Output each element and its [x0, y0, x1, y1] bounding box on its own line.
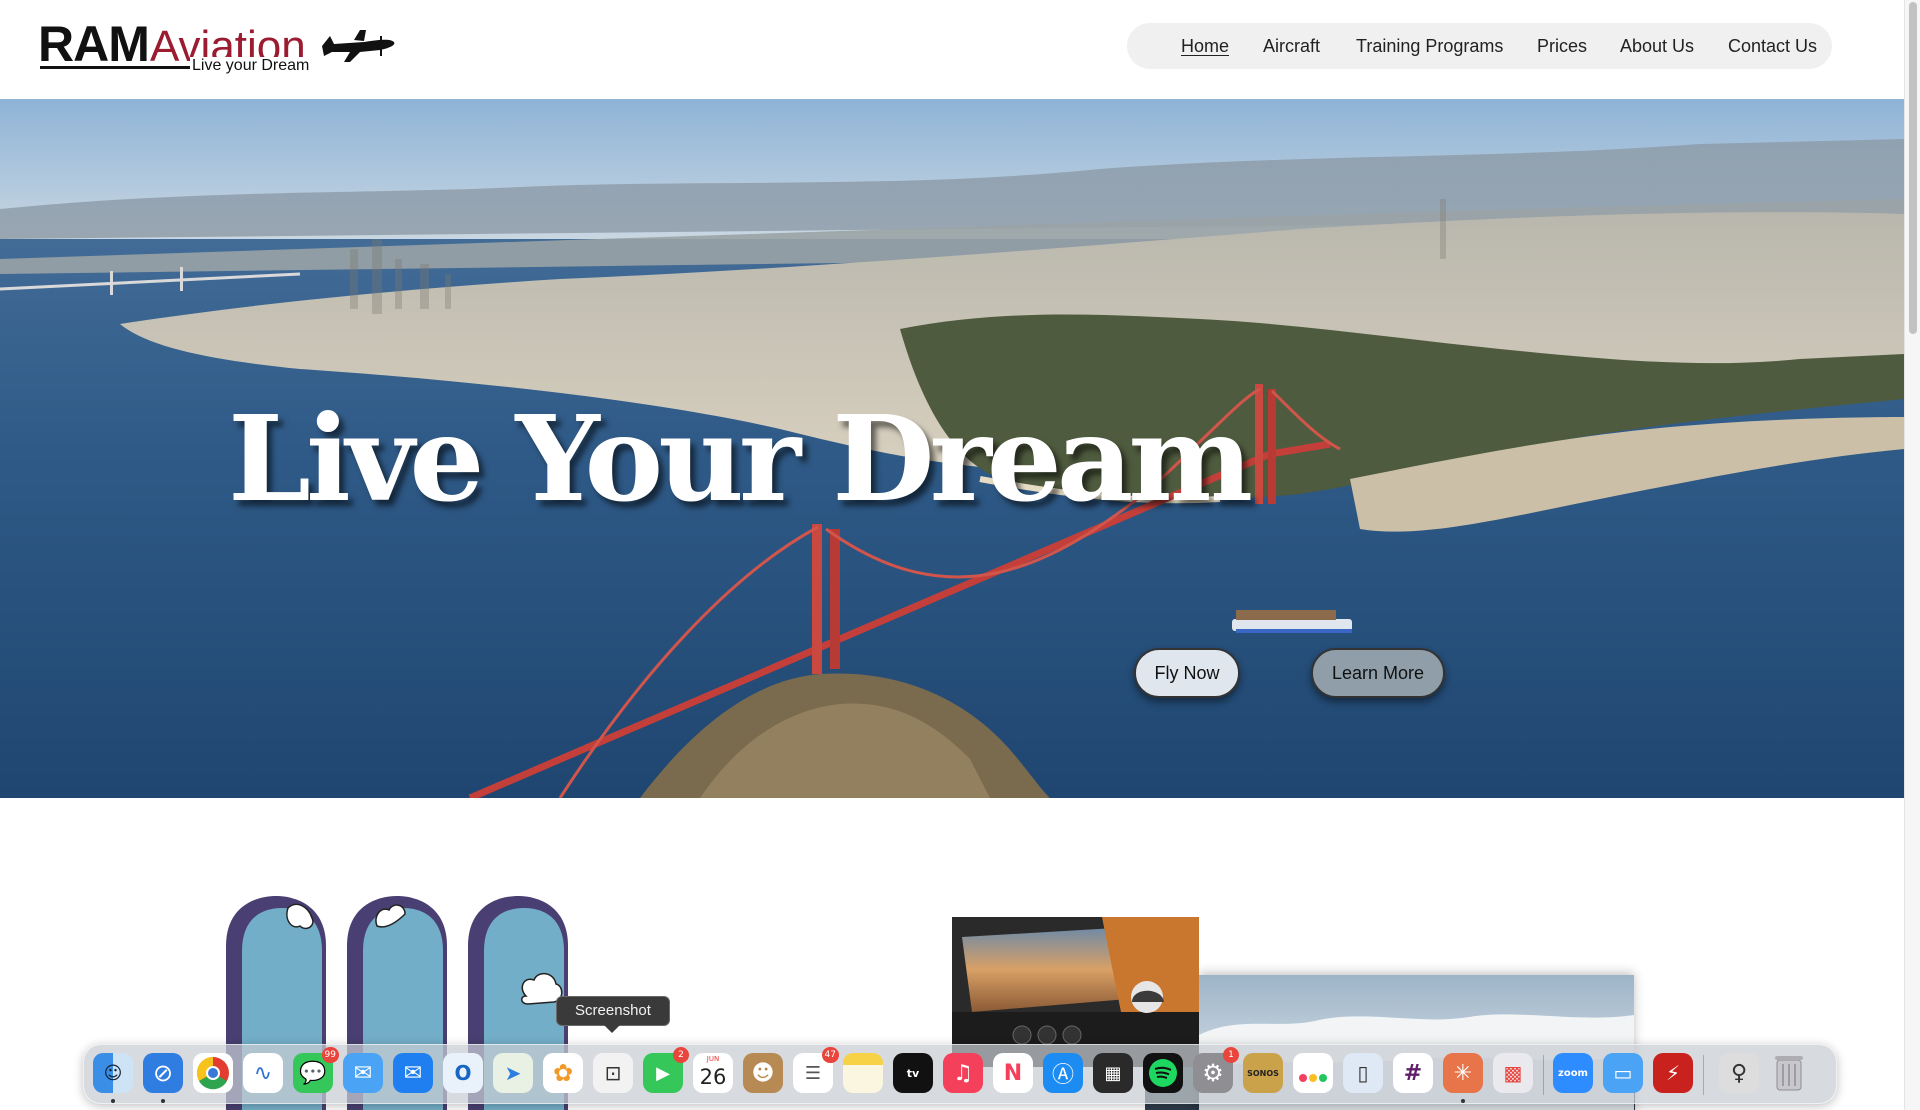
facetime-icon[interactable]: ▶ 2 [643, 1047, 689, 1093]
photos-icon[interactable]: ✿ [543, 1053, 583, 1093]
nav-about-us[interactable]: About Us [1620, 35, 1694, 57]
dock-separator-2 [1703, 1055, 1704, 1095]
safari-icon[interactable]: ⊘ [143, 1053, 183, 1103]
news-icon[interactable]: N [993, 1053, 1033, 1093]
hero-section: Live Your Dream Fly Now Learn More [0, 99, 1904, 798]
dock-tooltip: Screenshot [556, 996, 670, 1026]
system-settings-badge: 1 [1223, 1047, 1239, 1063]
calendar-day: 26 [699, 1065, 727, 1089]
finder-running-dot [111, 1099, 115, 1103]
iphone-mirroring-icon[interactable]: ▯ [1343, 1053, 1383, 1093]
main-nav: Home Aircraft Training Programs Prices A… [1127, 23, 1832, 69]
messages-icon[interactable]: 💬 99 [293, 1047, 339, 1093]
scrollbar-thumb[interactable] [1909, 2, 1917, 334]
contacts-icon[interactable]: ☻ [743, 1053, 783, 1093]
reminders-icon[interactable]: ☰ 47 [793, 1047, 839, 1093]
spotify-icon[interactable] [1143, 1053, 1183, 1093]
messages-badge: 99 [321, 1047, 339, 1063]
system-settings-icon[interactable]: ⚙ 1 [1193, 1047, 1239, 1093]
apple-tv-label: tv [906, 1066, 920, 1080]
nav-training-programs[interactable]: Training Programs [1356, 35, 1503, 57]
sonos-icon[interactable]: SONOS [1243, 1053, 1283, 1093]
zoom-label: zoom [1558, 1067, 1588, 1079]
notes-icon[interactable] [843, 1053, 883, 1093]
launchpad-icon[interactable]: ▩ [1493, 1053, 1533, 1093]
zoom-icon[interactable]: zoom [1553, 1053, 1593, 1093]
macos-dock: ☺ ⊘ ∿ 💬 99 ✉ ✉ O ➤ ✿ ⊡ ▶ 2 JUN 26 ☻ ☰ 47 tv … [83, 1044, 1837, 1104]
hero-title: Live Your Dream [228, 389, 1253, 528]
facetime-badge: 2 [673, 1047, 689, 1063]
site-header: RAM Aviation Live your Dream Home Aircra… [0, 0, 1904, 99]
monday-icon[interactable] [1293, 1053, 1333, 1093]
logo-ram-text: RAM [38, 16, 150, 72]
claude-icon[interactable]: ✳ [1443, 1053, 1483, 1103]
airplane-icon [322, 30, 395, 62]
slack-icon[interactable]: # [1393, 1053, 1433, 1093]
claude-running-dot [1461, 1099, 1465, 1103]
safari-running-dot [161, 1099, 165, 1103]
nav-prices[interactable]: Prices [1537, 35, 1587, 57]
finder-icon[interactable]: ☺ [93, 1053, 133, 1103]
page-scrollbar[interactable] [1904, 0, 1920, 1110]
fly-now-button[interactable]: Fly Now [1134, 648, 1240, 698]
app-store-icon[interactable]: Ⓐ [1043, 1053, 1083, 1093]
apple-tv-icon[interactable]: tv [893, 1053, 933, 1093]
mail-blue-icon[interactable]: ✉ [393, 1053, 433, 1093]
calendar-month: JUN [706, 1055, 720, 1063]
maps-icon[interactable]: ➤ [493, 1053, 533, 1093]
mail-icon[interactable]: ✉ [343, 1053, 383, 1093]
trash-icon[interactable] [1769, 1053, 1809, 1093]
chrome-icon[interactable] [193, 1053, 233, 1093]
logo[interactable]: RAM Aviation Live your Dream [38, 16, 398, 78]
music-icon[interactable]: ♫ [943, 1053, 983, 1093]
nav-contact-us[interactable]: Contact Us [1728, 35, 1817, 57]
logo-tagline: Live your Dream [190, 57, 312, 75]
nav-home[interactable]: Home [1181, 35, 1229, 57]
screenshot-icon[interactable]: ⊡ [593, 1053, 633, 1093]
dock-separator-1 [1543, 1055, 1544, 1095]
calculator-icon[interactable]: ▦ [1093, 1053, 1133, 1093]
nav-aircraft[interactable]: Aircraft [1263, 35, 1320, 57]
dock-tooltip-arrow [604, 1025, 620, 1033]
learn-more-button[interactable]: Learn More [1311, 648, 1445, 698]
sonos-label: SONOS [1247, 1068, 1279, 1078]
files-icon[interactable]: ▭ [1603, 1053, 1643, 1093]
freeform-icon[interactable]: ∿ [243, 1053, 283, 1093]
acrobat-icon[interactable]: ⚡ [1653, 1053, 1693, 1093]
downloads-stack-icon[interactable]: ♀ [1719, 1053, 1759, 1093]
reminders-badge: 47 [821, 1047, 839, 1063]
outlook-icon[interactable]: O [443, 1053, 483, 1093]
calendar-icon[interactable]: JUN 26 [693, 1053, 733, 1093]
